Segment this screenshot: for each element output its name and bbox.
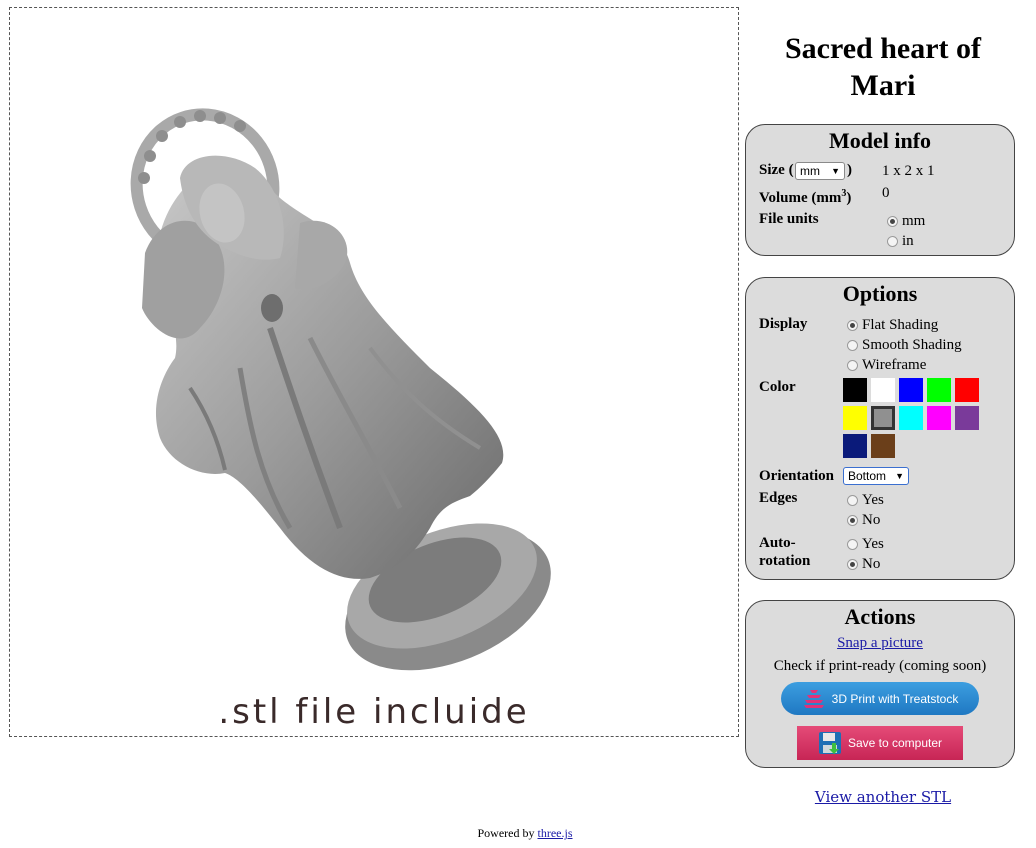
color-swatch[interactable]: [927, 378, 951, 402]
autorotation-label: Auto- rotation: [759, 534, 810, 570]
display-flat-label: Flat Shading: [862, 317, 939, 333]
floppy-disk-icon: [818, 732, 841, 754]
radio-unchecked-icon: [847, 360, 858, 371]
actions-heading: Actions: [844, 604, 916, 629]
autorotation-label-line1: Auto-: [759, 535, 796, 551]
snap-picture-link[interactable]: Snap a picture: [746, 635, 1014, 652]
edges-no-radio[interactable]: No: [847, 512, 880, 529]
volume-label: Volume (mm3): [759, 188, 851, 207]
color-swatch[interactable]: [843, 378, 867, 402]
radio-unchecked-icon: [887, 236, 898, 247]
size-label-close: ): [847, 162, 852, 178]
color-swatch[interactable]: [871, 406, 895, 430]
autorotation-no-label: No: [862, 556, 881, 572]
options-heading: Options: [842, 281, 918, 306]
size-unit-select[interactable]: mm ▼: [795, 162, 845, 180]
radio-checked-icon: [847, 320, 858, 331]
radio-checked-icon: [847, 559, 858, 570]
orientation-value: Bottom: [848, 469, 887, 483]
file-units-mm-label: mm: [902, 213, 926, 229]
radio-checked-icon: [847, 515, 858, 526]
radio-unchecked-icon: [847, 340, 858, 351]
volume-value: 0: [882, 185, 890, 201]
stl-viewer[interactable]: .stl file incluide: [9, 7, 739, 737]
autorotation-yes-label: Yes: [862, 536, 884, 552]
display-label: Display: [759, 316, 808, 332]
color-swatch[interactable]: [899, 378, 923, 402]
size-unit-value: mm: [800, 164, 820, 178]
treatstock-logo-icon: [803, 689, 824, 708]
color-swatch[interactable]: [843, 434, 867, 458]
autorotation-no-radio[interactable]: No: [847, 556, 880, 573]
treatstock-print-button[interactable]: 3D Print with Treatstock: [781, 682, 979, 715]
print-ready-check-text: Check if print-ready (coming soon): [773, 658, 987, 674]
model-info-heading: Model info: [828, 128, 932, 153]
radio-unchecked-icon: [847, 495, 858, 506]
orientation-select[interactable]: Bottom ▼: [843, 467, 909, 485]
size-label: Size (: [759, 162, 794, 179]
color-swatch[interactable]: [955, 378, 979, 402]
display-wireframe-label: Wireframe: [862, 357, 927, 373]
display-smooth-radio[interactable]: Smooth Shading: [847, 337, 962, 354]
color-swatch[interactable]: [871, 434, 895, 458]
options-panel: Options Display Flat Shading Smooth Shad…: [745, 277, 1015, 580]
viewer-caption: .stl file incluide: [218, 692, 530, 732]
chevron-down-icon: ▼: [831, 166, 840, 176]
footer: Powered by three.js: [0, 826, 1036, 841]
file-units-label: File units: [759, 211, 819, 227]
view-another-stl-link[interactable]: View another STL: [752, 788, 1014, 806]
statue-model-render: [130, 108, 551, 671]
model-info-panel: Model info Size ( mm ▼ ) 1 x 2 x 1 Volum…: [745, 124, 1015, 256]
color-swatch[interactable]: [871, 378, 895, 402]
file-units-in-radio[interactable]: in: [887, 233, 914, 250]
color-swatch[interactable]: [899, 406, 923, 430]
radio-unchecked-icon: [847, 539, 858, 550]
treatstock-button-label: 3D Print with Treatstock: [831, 691, 959, 706]
model-title: Sacred heart of Mari: [784, 32, 982, 102]
view-another-label: View another STL: [814, 788, 952, 806]
display-wireframe-radio[interactable]: Wireframe: [847, 357, 926, 374]
snap-picture-label: Snap a picture: [837, 635, 923, 651]
actions-panel: Actions Snap a picture Check if print-re…: [745, 600, 1015, 768]
color-swatch[interactable]: [843, 406, 867, 430]
autorotation-label-line2: rotation: [759, 553, 811, 569]
volume-label-close: ): [846, 190, 852, 206]
size-label-text: Size (: [759, 162, 794, 178]
file-units-mm-radio[interactable]: mm: [887, 213, 925, 230]
display-flat-radio[interactable]: Flat Shading: [847, 317, 938, 334]
display-smooth-label: Smooth Shading: [862, 337, 962, 353]
color-swatch[interactable]: [955, 406, 979, 430]
footer-prefix: Powered by: [477, 826, 538, 840]
radio-checked-icon: [887, 216, 898, 227]
autorotation-yes-radio[interactable]: Yes: [847, 536, 884, 553]
file-units-in-label: in: [902, 233, 914, 249]
edges-label: Edges: [759, 490, 798, 506]
save-button-label: Save to computer: [847, 736, 943, 750]
color-label: Color: [759, 379, 796, 395]
edges-yes-radio[interactable]: Yes: [847, 492, 884, 509]
size-value: 1 x 2 x 1: [882, 163, 935, 179]
threejs-link[interactable]: three.js: [538, 826, 573, 840]
edges-yes-label: Yes: [862, 492, 884, 508]
edges-no-label: No: [862, 512, 881, 528]
save-to-computer-button[interactable]: Save to computer: [797, 726, 963, 760]
color-swatch[interactable]: [927, 406, 951, 430]
volume-label-text: Volume (mm: [759, 190, 842, 206]
orientation-label: Orientation: [759, 468, 834, 484]
chevron-down-icon: ▼: [895, 471, 904, 481]
